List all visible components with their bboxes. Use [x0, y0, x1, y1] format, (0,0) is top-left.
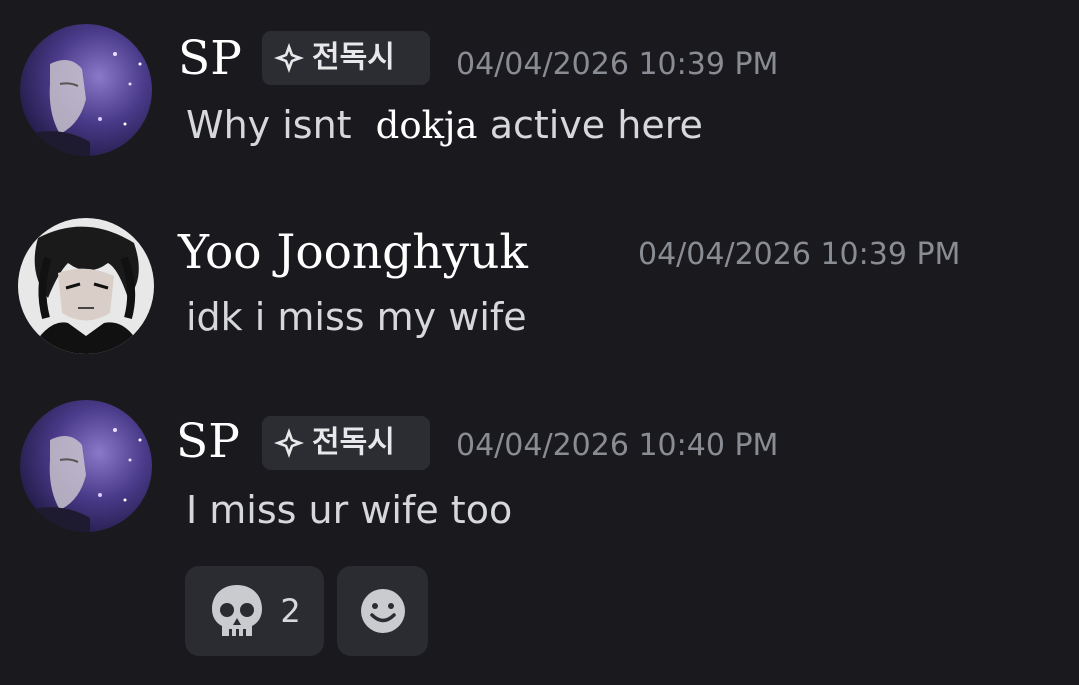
message-text-part: active here — [489, 103, 703, 147]
message-text: Why isnt dokja active here — [186, 106, 703, 144]
avatar-sp[interactable] — [20, 24, 152, 156]
server-tag-label: 전독시 — [312, 425, 395, 460]
message-text-highlight: dokja — [375, 104, 478, 147]
timestamp[interactable]: 04/04/2026 10:40 PM — [456, 431, 778, 461]
server-tag[interactable]: 전독시 — [262, 416, 430, 470]
message-text-part: Why isnt — [186, 103, 352, 147]
reaction-skull[interactable]: 2 — [185, 566, 324, 656]
avatar-sp[interactable] — [20, 400, 152, 532]
message-text: idk i miss my wife — [186, 295, 527, 339]
server-tag-label: 전독시 — [312, 40, 395, 75]
timestamp[interactable]: 04/04/2026 10:39 PM — [638, 240, 960, 270]
sparkle-icon — [274, 428, 304, 458]
avatar-yoo-joonghyuk[interactable] — [18, 218, 154, 354]
add-reaction-icon — [360, 589, 405, 633]
add-reaction-button[interactable] — [337, 566, 428, 656]
server-tag[interactable]: 전독시 — [262, 31, 430, 85]
message-text: I miss ur wife too — [186, 488, 513, 532]
author-name[interactable]: SP — [178, 35, 242, 82]
reaction-count: 2 — [280, 592, 301, 630]
skull-icon — [212, 585, 263, 636]
timestamp[interactable]: 04/04/2026 10:39 PM — [456, 50, 778, 80]
author-name[interactable]: SP — [176, 418, 240, 465]
author-name[interactable]: Yoo Joonghyuk — [178, 229, 528, 276]
sparkle-icon — [274, 43, 304, 73]
